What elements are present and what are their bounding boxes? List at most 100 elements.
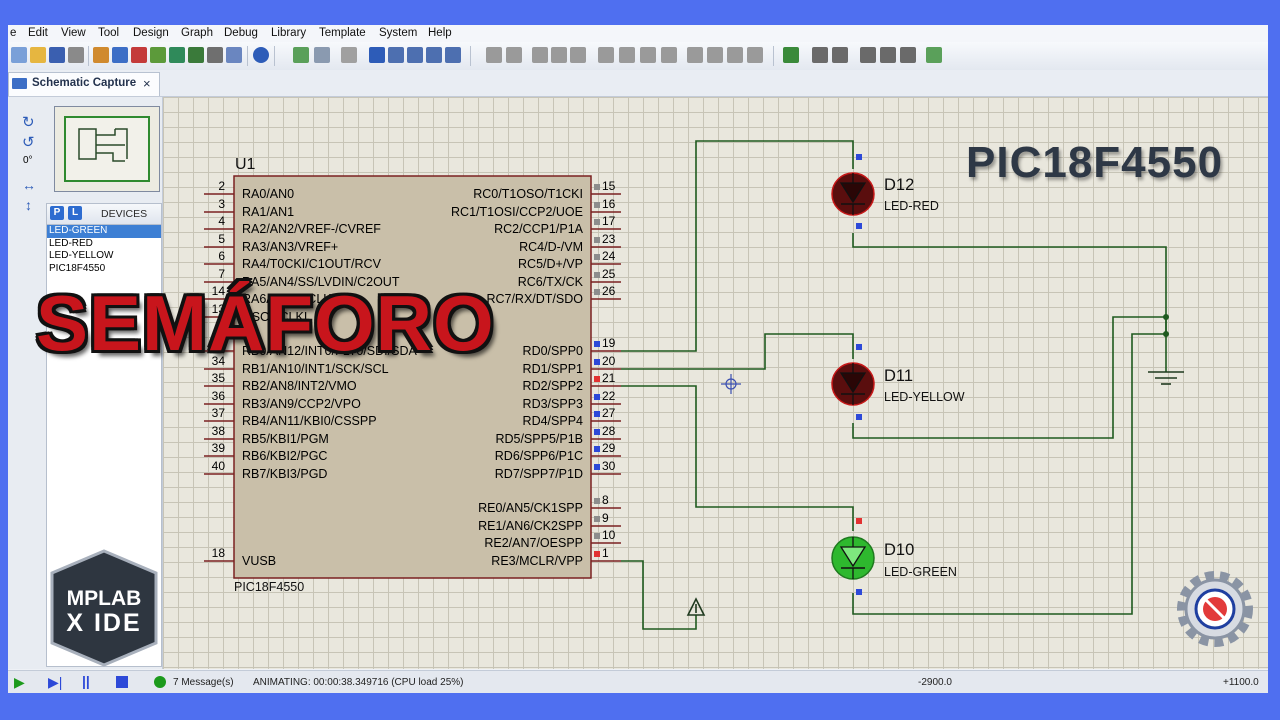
rotate-cw-icon[interactable]: ↻ xyxy=(22,113,35,131)
wire-autorouter-icon[interactable] xyxy=(783,47,799,63)
step-button[interactable]: ▶| xyxy=(48,674,62,691)
mirror-vertical-icon[interactable]: ↕ xyxy=(25,197,32,213)
animation-status: ANIMATING: 00:00:38.349716 (CPU load 25%… xyxy=(253,677,464,688)
svg-text:23: 23 xyxy=(602,232,616,246)
origin-icon[interactable] xyxy=(341,47,357,63)
import-icon[interactable] xyxy=(68,47,84,63)
svg-text:RD6/SPP6/P1C: RD6/SPP6/P1C xyxy=(495,449,583,463)
zoom-area-icon[interactable] xyxy=(445,47,461,63)
copy-icon[interactable] xyxy=(551,47,567,63)
library-manager-button[interactable]: L xyxy=(68,206,82,220)
device-item-led-green[interactable]: LED-GREEN xyxy=(47,225,161,238)
rotate-ccw-icon[interactable]: ↺ xyxy=(22,133,35,151)
crosshair-cursor-icon xyxy=(721,374,741,394)
bom-icon[interactable] xyxy=(188,47,204,63)
ground-symbol[interactable] xyxy=(1148,371,1184,385)
pic-banner-title: PIC18F4550 xyxy=(966,138,1224,187)
zoom-out-icon[interactable] xyxy=(407,47,423,63)
decompose-icon[interactable] xyxy=(747,47,763,63)
zoom-in-icon[interactable] xyxy=(388,47,404,63)
3d-view-icon[interactable] xyxy=(169,47,185,63)
property-assign-icon[interactable] xyxy=(832,47,848,63)
messages-count[interactable]: 7 Message(s) xyxy=(173,677,234,688)
wire-d12-ground[interactable] xyxy=(852,233,1167,337)
grid-icon[interactable] xyxy=(314,47,330,63)
svg-text:16: 16 xyxy=(602,197,616,211)
devices-label: DEVICES xyxy=(101,208,148,220)
svg-text:19: 19 xyxy=(602,336,616,350)
menu-file[interactable]: e xyxy=(10,27,16,39)
undo-icon[interactable] xyxy=(486,47,502,63)
menu-edit[interactable]: Edit xyxy=(28,27,48,39)
pause-button[interactable]: || xyxy=(82,673,90,689)
svg-text:21: 21 xyxy=(602,371,616,385)
menu-tool[interactable]: Tool xyxy=(98,27,119,39)
tab-schematic-capture[interactable]: Schematic Capture × xyxy=(8,72,160,96)
menu-library[interactable]: Library xyxy=(271,27,306,39)
menu-template[interactable]: Template xyxy=(319,27,366,39)
close-tab-icon[interactable]: × xyxy=(143,76,151,91)
new-file-icon[interactable] xyxy=(11,47,27,63)
block-delete-icon[interactable] xyxy=(661,47,677,63)
xide-logo-text: X IDE xyxy=(66,609,142,637)
zoom-all-icon[interactable] xyxy=(426,47,442,63)
block-copy-icon[interactable] xyxy=(598,47,614,63)
device-item-led-yellow[interactable]: LED-YELLOW xyxy=(47,250,161,263)
make-device-icon[interactable] xyxy=(707,47,723,63)
play-button[interactable]: ▶ xyxy=(14,674,25,691)
rotation-readout: 0° xyxy=(23,155,33,166)
device-item-led-red[interactable]: LED-RED xyxy=(47,238,161,251)
svg-text:40: 40 xyxy=(212,459,226,473)
svg-text:RD1/SPP1: RD1/SPP1 xyxy=(523,362,583,376)
cut-icon[interactable] xyxy=(532,47,548,63)
stop-button[interactable] xyxy=(116,676,128,688)
search-icon[interactable] xyxy=(812,47,828,63)
exit-parent-icon[interactable] xyxy=(900,47,916,63)
design-explorer-icon[interactable] xyxy=(226,47,242,63)
netlist-icon[interactable] xyxy=(926,47,942,63)
source-icon[interactable] xyxy=(207,47,223,63)
home-icon[interactable] xyxy=(93,47,109,63)
led-d12-red[interactable]: D12 LED-RED xyxy=(831,154,939,229)
led-d11-ref: D11 xyxy=(884,367,913,385)
new-sheet-icon[interactable] xyxy=(860,47,876,63)
wire-rd2-d10[interactable] xyxy=(621,385,854,531)
gerber-icon[interactable] xyxy=(150,47,166,63)
menu-help[interactable]: Help xyxy=(428,27,452,39)
block-move-icon[interactable] xyxy=(619,47,635,63)
remove-sheet-icon[interactable] xyxy=(880,47,896,63)
wire-rd0-d12[interactable] xyxy=(621,140,854,352)
led-d11-yellow[interactable]: D11 LED-YELLOW xyxy=(831,344,965,420)
redo-icon[interactable] xyxy=(506,47,522,63)
pick-device-icon[interactable] xyxy=(687,47,703,63)
schematic-icon[interactable] xyxy=(112,47,128,63)
menu-graph[interactable]: Graph xyxy=(181,27,213,39)
devices-header: P L DEVICES xyxy=(46,203,162,225)
pcb-icon[interactable] xyxy=(131,47,147,63)
packaging-icon[interactable] xyxy=(727,47,743,63)
menu-view[interactable]: View xyxy=(61,27,86,39)
wire-mclr-power[interactable] xyxy=(621,560,697,630)
help-icon[interactable] xyxy=(253,47,269,63)
save-icon[interactable] xyxy=(49,47,65,63)
refresh-icon[interactable] xyxy=(293,47,309,63)
power-terminal-icon[interactable] xyxy=(686,597,706,616)
led-d10-green[interactable]: D10 LED-GREEN xyxy=(831,518,957,595)
device-item-pic18f4550[interactable]: PIC18F4550 xyxy=(47,263,161,276)
pan-icon[interactable] xyxy=(369,47,385,63)
block-rotate-icon[interactable] xyxy=(640,47,656,63)
overview-preview[interactable] xyxy=(54,106,160,192)
svg-text:RB2/AN8/INT2/VMO: RB2/AN8/INT2/VMO xyxy=(242,379,357,393)
svg-text:18: 18 xyxy=(212,546,226,560)
menu-debug[interactable]: Debug xyxy=(224,27,258,39)
mirror-horizontal-icon[interactable]: ↔ xyxy=(22,177,36,193)
menu-design[interactable]: Design xyxy=(133,27,169,39)
menu-system[interactable]: System xyxy=(379,27,417,39)
svg-text:29: 29 xyxy=(602,441,616,455)
pick-devices-button[interactable]: P xyxy=(50,206,64,220)
mcu-body[interactable] xyxy=(233,175,592,579)
paste-icon[interactable] xyxy=(570,47,586,63)
open-folder-icon[interactable] xyxy=(30,47,46,63)
mplab-badge: MPLAB X IDE xyxy=(46,549,162,667)
led-d11-type: LED-YELLOW xyxy=(884,390,965,404)
